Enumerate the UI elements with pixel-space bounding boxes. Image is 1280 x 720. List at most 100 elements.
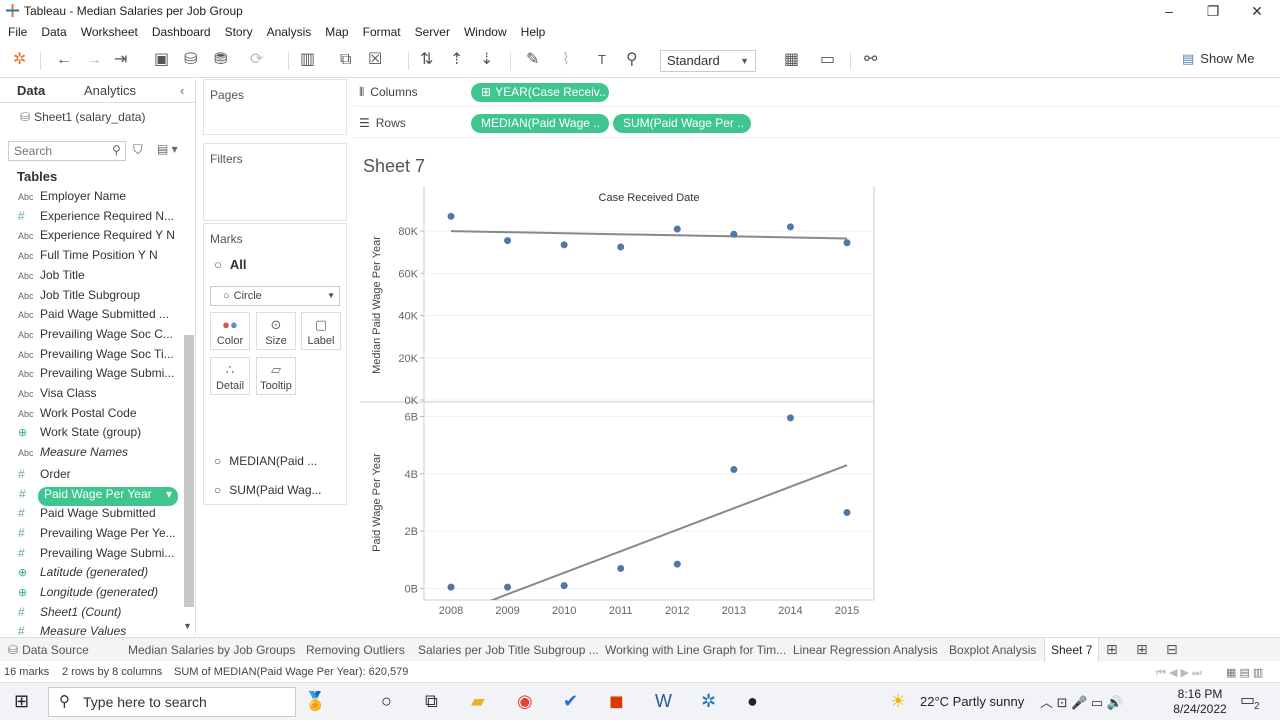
group-icon[interactable]: ⌇ <box>562 51 570 69</box>
datasource-item[interactable]: ⛁ Sheet1 (salary_data) <box>20 110 145 124</box>
field-item[interactable]: # Sheet1 (Count) <box>18 605 178 624</box>
field-item[interactable]: # Prevailing Wage Submi... <box>18 546 178 565</box>
label-icon[interactable]: T <box>598 51 606 69</box>
tab-sheet-7[interactable]: Sheet 7 <box>1044 638 1100 662</box>
detail-button[interactable]: ∴ Detail <box>210 357 250 395</box>
field-item[interactable]: Abc Measure Names <box>18 445 178 464</box>
field-item[interactable]: Abc Prevailing Wage Submi... <box>18 366 178 385</box>
pin-icon[interactable]: ⚲ <box>626 51 638 69</box>
recorder-icon[interactable]: ● <box>747 691 758 711</box>
grid-view-icon[interactable]: ▦ ▤ ▥ <box>1226 666 1263 679</box>
tab-data[interactable]: Data <box>17 83 45 98</box>
restore-button[interactable]: ❐ <box>1190 0 1236 22</box>
menu-format[interactable]: Format <box>363 25 401 39</box>
swap-icon[interactable]: ⇅ <box>420 51 433 69</box>
tab-analytics[interactable]: Analytics <box>84 83 136 98</box>
marks-all-tab[interactable]: ○ All <box>214 257 246 272</box>
new-worksheet-icon[interactable]: ▥ <box>300 51 315 69</box>
minimize-button[interactable]: – <box>1146 0 1192 22</box>
filter-icon[interactable]: ⛉ <box>133 142 143 158</box>
menu-help[interactable]: Help <box>521 25 546 39</box>
field-item[interactable]: Abc Prevailing Wage Soc Ti... <box>18 347 178 366</box>
sort-ascending-icon[interactable]: ⇡ <box>450 51 463 69</box>
field-item[interactable]: ⊕ Longitude (generated) <box>18 585 178 604</box>
tab-linear-regression[interactable]: Linear Regression Analysis <box>793 643 938 657</box>
size-button[interactable]: ⊙ Size <box>256 312 296 350</box>
new-story-icon[interactable]: ⊟ <box>1166 641 1178 658</box>
menu-data[interactable]: Data <box>41 25 66 39</box>
file-explorer-icon[interactable]: ▰ <box>471 691 485 711</box>
pages-shelf[interactable]: Pages <box>203 79 347 135</box>
label-button[interactable]: ▢ Label <box>301 312 341 350</box>
tableau-home-icon[interactable]: ✲ <box>13 51 26 69</box>
clock[interactable]: 8:16 PM 8/24/2022 <box>1172 687 1228 717</box>
new-datasource-icon[interactable]: ⛁ <box>184 51 197 69</box>
menu-worksheet[interactable]: Worksheet <box>81 25 138 39</box>
windows-start-icon[interactable]: ⊞ <box>14 691 29 711</box>
word-icon[interactable]: W <box>655 691 672 711</box>
tab-removing-outliers[interactable]: Removing Outliers <box>306 643 405 657</box>
sheet-nav-icon[interactable]: ⏮ ◀ ▶ ⏭ <box>1156 666 1202 680</box>
columns-shelf[interactable]: ⦀ Columns ⊞ YEAR(Case Receiv.. <box>353 79 1280 107</box>
cortana-icon[interactable]: ○ <box>381 691 392 711</box>
field-search-input[interactable] <box>8 141 126 161</box>
tab-median-salaries[interactable]: Median Salaries by Job Groups <box>128 643 295 657</box>
field-item[interactable]: #Paid Wage Per Year#▾ <box>19 486 178 506</box>
scrollbar-thumb[interactable] <box>184 335 194 607</box>
tab-boxplot[interactable]: Boxplot Analysis <box>949 643 1036 657</box>
save-icon[interactable]: ▣ <box>154 51 169 69</box>
menu-file[interactable]: File <box>8 25 27 39</box>
field-item[interactable]: Abc Visa Class <box>18 386 178 405</box>
menu-story[interactable]: Story <box>225 25 253 39</box>
mark-type-select[interactable]: ○ Circle ▼ <box>210 286 340 306</box>
menu-map[interactable]: Map <box>325 25 348 39</box>
taskbar-search[interactable]: ⚲ Type here to search <box>48 687 296 717</box>
chrome-icon[interactable]: ◉ <box>517 691 533 711</box>
field-item[interactable]: # Prevailing Wage Per Ye... <box>18 526 178 545</box>
redo-icon[interactable]: → <box>86 51 102 69</box>
tableau-taskbar-icon[interactable]: ✲ <box>701 691 716 711</box>
field-item[interactable]: ⊕ Work State (group) <box>18 425 178 444</box>
marks-card-sum[interactable]: ○ SUM(Paid Wag... <box>214 483 322 497</box>
sort-descending-icon[interactable]: ⇣ <box>480 51 493 69</box>
color-button[interactable]: ●● Color <box>210 312 250 350</box>
rows-shelf[interactable]: ☰ Rows MEDIAN(Paid Wage .. SUM(Paid Wage … <box>353 110 1280 138</box>
refresh-icon[interactable]: ⟳ <box>250 51 263 69</box>
fit-select[interactable]: Standard ▼ <box>660 50 756 72</box>
tab-salaries-subgroup[interactable]: Salaries per Job Title Subgroup ... <box>418 643 599 657</box>
field-item[interactable]: Abc Job Title Subgroup <box>18 288 178 307</box>
field-item[interactable]: Abc Full Time Position Y N <box>18 248 178 267</box>
notification-icon[interactable]: ▭ <box>1240 691 1255 711</box>
field-list-scrollbar[interactable]: ▼ <box>182 185 194 631</box>
presentation-mode-icon[interactable]: ▭ <box>820 51 835 69</box>
field-item[interactable]: Abc Work Postal Code <box>18 406 178 425</box>
tooltip-button[interactable]: ▱ Tooltip <box>256 357 296 395</box>
collapse-pane-icon[interactable]: ‹ <box>180 83 184 98</box>
new-dashboard-icon[interactable]: ⊞ <box>1136 641 1148 658</box>
share-icon[interactable]: ⚯ <box>864 51 877 69</box>
new-worksheet-icon[interactable]: ⊞ <box>1106 641 1118 658</box>
menu-server[interactable]: Server <box>415 25 450 39</box>
menu-window[interactable]: Window <box>464 25 507 39</box>
highlight-icon[interactable]: ✎ <box>526 51 539 69</box>
tab-line-graph[interactable]: Working with Line Graph for Tim... <box>605 643 786 657</box>
columns-pill-year[interactable]: ⊞ YEAR(Case Receiv.. <box>471 83 609 102</box>
field-item[interactable]: Abc Experience Required Y N <box>18 228 178 247</box>
field-item[interactable]: # Paid Wage Submitted <box>18 506 178 525</box>
show-me-button[interactable]: ▤ Show Me <box>1182 51 1255 67</box>
field-item[interactable]: Abc Employer Name <box>18 189 178 208</box>
field-item[interactable]: Abc Paid Wage Submitted ... <box>18 307 178 326</box>
menu-dashboard[interactable]: Dashboard <box>152 25 211 39</box>
menu-analysis[interactable]: Analysis <box>267 25 312 39</box>
scroll-down-icon[interactable]: ▼ <box>183 621 192 631</box>
close-button[interactable]: ✕ <box>1234 0 1280 22</box>
field-item[interactable]: # Experience Required N... <box>18 209 178 228</box>
clear-sheet-icon[interactable]: ☒ <box>368 51 382 69</box>
show-cards-icon[interactable]: ▦ <box>784 51 799 69</box>
view-options-icon[interactable]: ▤ ▾ <box>157 142 178 156</box>
field-item[interactable]: ⊕ Latitude (generated) <box>18 565 178 584</box>
tab-data-source[interactable]: ⛁ Data Source <box>8 643 89 657</box>
field-item[interactable]: Abc Prevailing Wage Soc C... <box>18 327 178 346</box>
duplicate-sheet-icon[interactable]: ⧉ <box>340 51 351 69</box>
undo-icon[interactable]: ← <box>56 51 72 69</box>
